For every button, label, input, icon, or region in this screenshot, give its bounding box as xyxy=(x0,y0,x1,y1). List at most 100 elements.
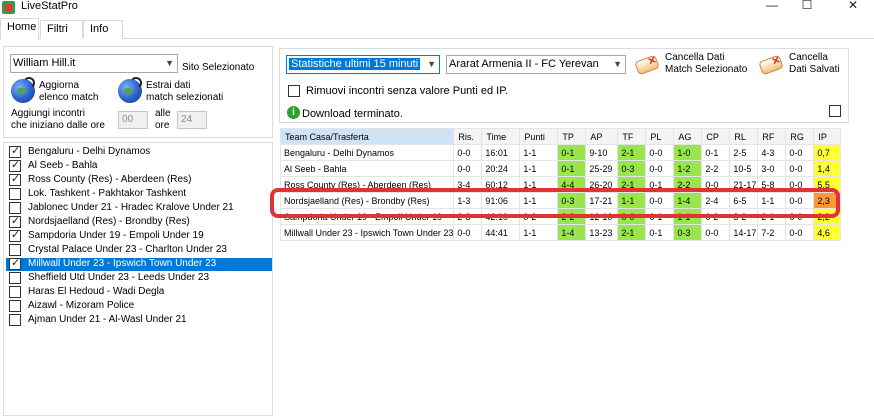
match-checkbox[interactable] xyxy=(9,159,21,172)
match-name: Al Seeb - Bahla xyxy=(28,160,98,171)
refresh-label-1[interactable]: Aggiorna xyxy=(39,80,79,92)
tab-info[interactable]: Info xyxy=(83,20,123,39)
column-header[interactable]: Ris. xyxy=(453,128,483,145)
window-title: LiveStatPro xyxy=(21,0,78,12)
list-item[interactable]: Sampdoria Under 19 - Empoli Under 19 xyxy=(6,229,272,243)
table-cell: 3-0 xyxy=(757,160,787,177)
match-checkbox[interactable] xyxy=(9,300,21,312)
clear-match-label-1[interactable]: Cancella Dati xyxy=(665,52,724,64)
tab-filtri[interactable]: Filtri xyxy=(40,20,83,39)
table-header: Team Casa/Trasferta Ris. Time Punti TP AP TF PL… xyxy=(279,128,842,145)
match-select[interactable]: Ararat Armenia II - FC Yerevan ▼ xyxy=(446,55,626,74)
match-name: Crystal Palace Under 23 - Charlton Under… xyxy=(28,244,227,255)
match-checkbox[interactable] xyxy=(9,188,21,200)
add-matches-label-2: che iniziano dalle ore xyxy=(11,120,105,131)
column-header[interactable]: AP xyxy=(585,128,619,145)
site-select[interactable]: William Hill.it ▼ xyxy=(10,54,178,73)
list-item[interactable]: Millwall Under 23 - Ipswich Town Under 2… xyxy=(6,257,272,271)
table-cell: 1-4 xyxy=(557,224,587,241)
table-cell: 0,7 xyxy=(813,144,842,161)
match-checkbox[interactable] xyxy=(9,244,21,256)
list-item[interactable]: Al Seeb - Bahla xyxy=(6,159,272,173)
maximize-button[interactable]: ☐ xyxy=(792,0,822,14)
column-header[interactable]: Team Casa/Trasferta xyxy=(279,128,455,145)
column-header[interactable]: IP xyxy=(813,128,842,145)
table-cell: 0-0 xyxy=(453,160,483,177)
close-button[interactable]: ✕ xyxy=(838,0,868,14)
column-header[interactable]: Punti xyxy=(519,128,559,145)
list-item[interactable]: Jablonec Under 21 - Hradec Kralove Under… xyxy=(6,202,272,215)
match-checkbox[interactable] xyxy=(9,173,21,186)
clear-saved-label-2[interactable]: Dati Salvati xyxy=(789,64,840,76)
clear-match-icon[interactable] xyxy=(634,54,662,76)
table-cell: 2-1 xyxy=(617,224,647,241)
table-cell: 0-0 xyxy=(645,160,675,177)
info-icon: i xyxy=(287,106,300,119)
controls-panel: Statistiche ultimi 15 minuti ▼ Ararat Ar… xyxy=(279,48,849,123)
highlight-annotation xyxy=(270,188,840,218)
extra-option-checkbox[interactable] xyxy=(829,105,841,117)
match-checkbox[interactable] xyxy=(9,272,21,284)
table-cell: 13-23 xyxy=(585,224,619,241)
column-header[interactable]: RL xyxy=(729,128,759,145)
table-row[interactable]: Bengaluru - Delhi Dynamos 0-0 16:01 1-1 0-1 9… xyxy=(279,144,842,161)
refresh-globe-icon[interactable] xyxy=(11,77,35,103)
match-checkbox[interactable] xyxy=(9,145,21,158)
match-checkbox[interactable] xyxy=(9,314,21,326)
clear-match-label-2[interactable]: Match Selezionato xyxy=(665,64,747,76)
refresh-label-2[interactable]: elenco match xyxy=(39,92,98,104)
table-cell: Bengaluru - Delhi Dynamos xyxy=(279,144,455,161)
column-header[interactable]: TF xyxy=(617,128,647,145)
table-cell: 1-1 xyxy=(519,144,559,161)
list-item[interactable]: Bengaluru - Delhi Dynamos xyxy=(6,145,272,159)
match-checkbox[interactable] xyxy=(9,215,21,228)
match-name: Bengaluru - Delhi Dynamos xyxy=(28,146,151,157)
list-item[interactable]: Ajman Under 21 - Al-Wasl Under 21 xyxy=(6,314,272,327)
match-checkbox[interactable] xyxy=(9,229,21,242)
table-cell: 1-1 xyxy=(519,224,559,241)
start-hour-input[interactable]: 00 xyxy=(118,111,148,129)
column-header[interactable]: PL xyxy=(645,128,675,145)
list-item[interactable]: Sheffield Utd Under 23 - Leeds Under 23 xyxy=(6,272,272,285)
match-checkbox[interactable] xyxy=(9,202,21,214)
minimize-button[interactable]: — xyxy=(757,0,787,14)
match-checkbox[interactable] xyxy=(9,257,21,270)
list-item[interactable]: Aizawl - Mizoram Police xyxy=(6,300,272,313)
match-checkbox[interactable] xyxy=(9,286,21,298)
column-header[interactable]: CP xyxy=(701,128,731,145)
list-item[interactable]: Haras El Hedoud - Wadi Degla xyxy=(6,286,272,299)
tab-home[interactable]: Home xyxy=(0,18,39,40)
column-header[interactable]: TP xyxy=(557,128,587,145)
ribbon-tabs: Home Filtri Info xyxy=(0,17,874,40)
stats-period-select[interactable]: Statistiche ultimi 15 minuti ▼ xyxy=(286,55,440,74)
clear-saved-label-1[interactable]: Cancella xyxy=(789,52,828,64)
column-header[interactable]: RG xyxy=(785,128,815,145)
table-cell: 25-29 xyxy=(585,160,619,177)
site-panel: William Hill.it ▼ Sito Selezionato Aggio… xyxy=(3,46,273,138)
table-cell: 0-0 xyxy=(701,224,731,241)
table-row[interactable]: Millwall Under 23 - Ipswich Town Under 2… xyxy=(279,224,842,241)
extract-label-1[interactable]: Estrai dati xyxy=(146,80,190,92)
stats-table: Team Casa/Trasferta Ris. Time Punti TP AP TF PL… xyxy=(279,128,842,241)
list-item[interactable]: Nordsjaelland (Res) - Brondby (Res) xyxy=(6,215,272,229)
match-select-value: Ararat Armenia II - FC Yerevan xyxy=(449,58,599,70)
table-row[interactable]: Al Seeb - Bahla 0-0 20:24 1-1 0-1 25-29 0-3 0-0… xyxy=(279,160,842,177)
site-select-value: William Hill.it xyxy=(13,57,76,69)
remove-empty-checkbox[interactable] xyxy=(288,85,300,97)
list-item[interactable]: Lok. Tashkent - Pakhtakor Tashkent xyxy=(6,188,272,201)
column-header[interactable]: Time xyxy=(481,128,521,145)
end-hour-input[interactable]: 24 xyxy=(177,111,207,129)
list-item[interactable]: Crystal Palace Under 23 - Charlton Under… xyxy=(6,244,272,257)
column-header[interactable]: AG xyxy=(673,128,703,145)
match-list[interactable]: Bengaluru - Delhi Dynamos Al Seeb - Bahla… xyxy=(3,142,273,416)
chevron-down-icon: ▼ xyxy=(165,58,174,68)
list-item[interactable]: Ross County (Res) - Aberdeen (Res) xyxy=(6,173,272,187)
extract-label-2[interactable]: match selezionati xyxy=(146,92,223,104)
extract-globe-icon[interactable] xyxy=(118,77,142,103)
match-name: Haras El Hedoud - Wadi Degla xyxy=(28,286,165,297)
match-name: Millwall Under 23 - Ipswich Town Under 2… xyxy=(28,258,217,269)
table-cell: Al Seeb - Bahla xyxy=(279,160,455,177)
clear-saved-icon[interactable] xyxy=(758,54,786,76)
column-header[interactable]: RF xyxy=(757,128,787,145)
title-bar: LiveStatPro — ☐ ✕ xyxy=(0,0,874,17)
